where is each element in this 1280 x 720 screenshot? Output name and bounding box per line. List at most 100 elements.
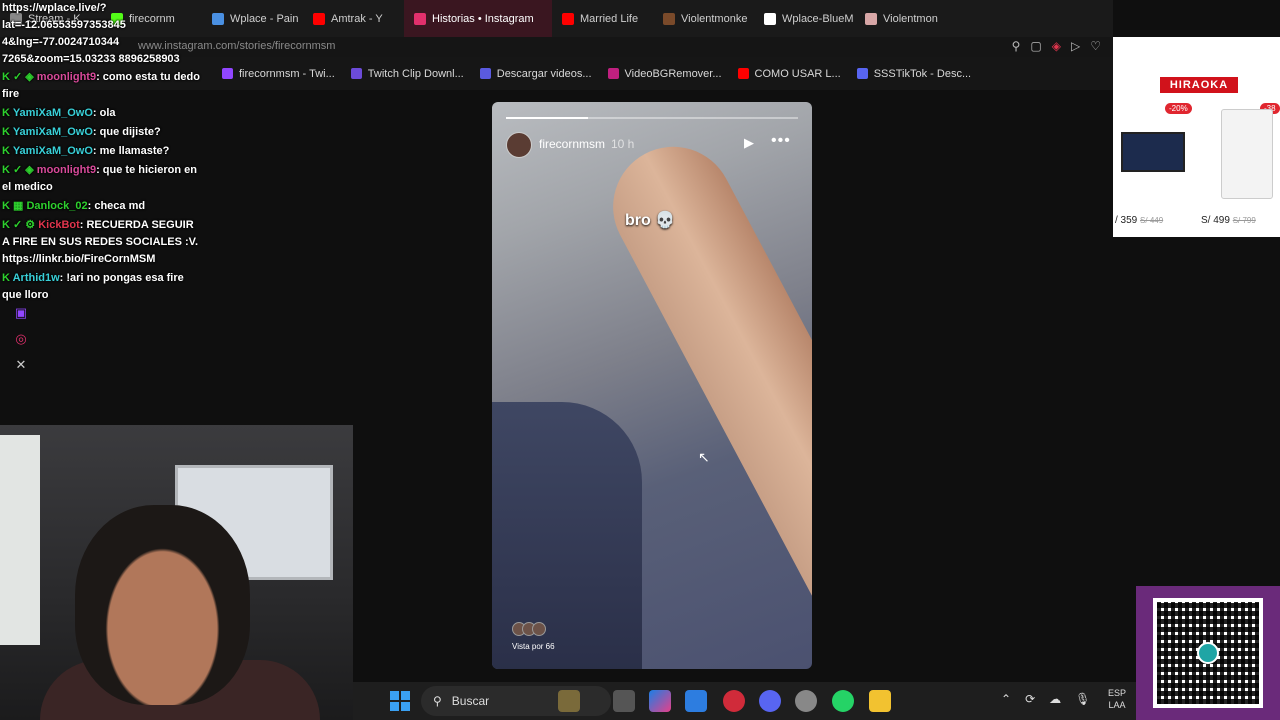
widgets-icon[interactable]: [558, 690, 580, 712]
chat-message: K YamiXaM_OwO: que dijiste?: [0, 123, 205, 142]
bookmark-item[interactable]: VideoBGRemover...: [607, 67, 722, 80]
webcam-feed: [0, 425, 353, 720]
chat-username[interactable]: Arthid1w: [13, 272, 60, 284]
chat-message: K Arthid1w: !ari no pongas esa fire que …: [0, 269, 205, 305]
tab-favicon-icon: [414, 12, 426, 25]
ad-price: S/ 499 S/ 799: [1201, 215, 1256, 226]
tab-favicon-icon: [212, 12, 224, 25]
whatsapp-icon[interactable]: [832, 690, 854, 712]
chevron-up-icon[interactable]: ⌃: [1001, 692, 1011, 706]
twitch-icon[interactable]: ▣: [15, 305, 27, 321]
story-progress-bar: [506, 117, 798, 119]
bookmark-item[interactable]: SSSTikTok - Desc...: [856, 68, 971, 80]
avatar[interactable]: [506, 132, 532, 158]
file-explorer-icon[interactable]: [869, 690, 891, 712]
chat-badges: K: [2, 126, 10, 138]
chat-username[interactable]: YamiXaM_OwO: [13, 145, 93, 157]
ad-tv-image: [1121, 132, 1185, 172]
bookmark-item[interactable]: COMO USAR L...: [737, 68, 841, 80]
pin-icon[interactable]: ⚲: [1012, 39, 1021, 53]
ad-discount-badge: -20%: [1165, 103, 1192, 114]
chat-message: K ✓ ◈ moonlight9: como esta tu dedo fire: [0, 68, 205, 104]
mouse-cursor-icon: ↖: [698, 449, 710, 465]
chat-message: K YamiXaM_OwO: ola: [0, 104, 205, 123]
bookmark-favicon-icon: [350, 68, 362, 79]
system-tray: ⌃ ⟳ ☁ 🎙: [1001, 692, 1090, 706]
play-icon[interactable]: ▶: [744, 135, 754, 151]
microphone-icon[interactable]: 🎙: [1075, 692, 1090, 706]
chat-message: K ▦ Danlock_02: checa md: [0, 197, 205, 216]
bookmark-favicon-icon: [856, 68, 868, 79]
yape-qr-panel: [1136, 586, 1280, 720]
tab-favicon-icon: [663, 12, 675, 25]
x-icon[interactable]: ✕: [16, 357, 27, 373]
tab-favicon-icon: [313, 12, 325, 25]
tab-label: Violentmonke: [681, 12, 748, 25]
discord-icon[interactable]: [759, 690, 781, 712]
bookmark-item[interactable]: Descargar videos...: [479, 68, 592, 80]
chat-text: : ola: [92, 107, 116, 119]
yape-logo-icon: [1197, 642, 1219, 664]
task-view-icon[interactable]: [613, 690, 635, 712]
chat-username[interactable]: moonlight9: [37, 164, 96, 176]
chat-text: : me llamaste?: [92, 145, 170, 157]
windows-start-icon[interactable]: [390, 691, 410, 711]
chat-message: K ✓ ⚙ KickBot: RECUERDA SEGUIR A FIRE EN…: [0, 216, 205, 269]
sync-icon[interactable]: ⟳: [1025, 692, 1035, 706]
more-options-icon[interactable]: •••: [771, 132, 791, 150]
screenshot-icon[interactable]: ▢: [1030, 39, 1041, 53]
bookmark-label: VideoBGRemover...: [624, 67, 722, 80]
story-age: 10 h: [611, 137, 635, 151]
tab-label: Amtrak - Y: [331, 12, 383, 25]
tab-2[interactable]: Wplace - Pain: [202, 0, 303, 37]
chat-text: : que dijiste?: [92, 126, 161, 138]
screen: Stream - Kfirecornm Wplace - Pain Amtrak -…: [0, 0, 1280, 720]
chat-badges: K ✓ ◈: [2, 164, 34, 176]
steam-icon[interactable]: [795, 690, 817, 712]
chat-badges: K ✓ ◈: [2, 71, 34, 83]
tab-8[interactable]: Violentmon: [855, 0, 956, 37]
ad-fridge-image: [1221, 109, 1273, 199]
pocket-icon[interactable]: ◈: [1052, 39, 1061, 53]
chat-username[interactable]: moonlight9: [37, 71, 96, 83]
story-caption: bro 💀: [625, 212, 676, 229]
search-icon: ⚲: [433, 694, 442, 708]
app-icon[interactable]: [685, 690, 707, 712]
story-viewer-avatars[interactable]: [512, 622, 546, 636]
cloud-icon[interactable]: ☁: [1049, 692, 1061, 706]
taskbar-search[interactable]: ⚲ Buscar: [421, 686, 611, 716]
chat-username[interactable]: YamiXaM_OwO: [13, 126, 93, 138]
bookmark-favicon-icon: [222, 68, 233, 79]
chat-badges: K: [2, 145, 10, 157]
chat-username[interactable]: KickBot: [38, 219, 80, 231]
tab-7[interactable]: Wplace-BlueM: [754, 0, 855, 37]
instagram-icon[interactable]: ◎: [15, 331, 26, 347]
ad-price: / 359 S/ 449: [1115, 215, 1164, 226]
send-icon[interactable]: ▷: [1071, 39, 1080, 53]
chat-username[interactable]: YamiXaM_OwO: [13, 107, 93, 119]
taskbar-search-label: Buscar: [451, 694, 490, 708]
tab-label: Violentmon: [883, 12, 938, 25]
story-view-count[interactable]: Vista por 66: [512, 642, 555, 651]
language-indicator[interactable]: ESP LAA: [1108, 687, 1126, 711]
tab-4[interactable]: Historias • Instagram: [404, 0, 552, 37]
bookmark-label: Twitch Clip Downl...: [367, 67, 464, 80]
webcam-person-head: [75, 505, 250, 705]
tab-label: Wplace - Pain: [230, 12, 299, 25]
bookmark-heart-icon[interactable]: ♡: [1090, 39, 1101, 53]
ad-panel[interactable]: HIRAOKA -20% -38 / 359 S/ 449 S/ 499 S/ …: [1113, 37, 1280, 237]
address-bar-icons: ⚲ ▢ ◈ ▷ ♡: [1012, 39, 1101, 53]
bookmark-item[interactable]: Twitch Clip Downl...: [350, 67, 464, 80]
tab-3[interactable]: Amtrak - Y: [303, 0, 404, 37]
chat-coords-text: https://wplace.live/?lat=-12.06553597353…: [2, 2, 180, 65]
instagram-story[interactable]: firecornmsm 10 h ▶ ••• bro 💀 Vista por 6…: [492, 102, 812, 669]
tab-5[interactable]: Married Life: [552, 0, 653, 37]
chat-badges: K: [2, 107, 10, 119]
story-username[interactable]: firecornmsm: [539, 137, 605, 151]
bookmark-item[interactable]: firecornmsm - Twi...: [222, 68, 335, 80]
opera-gx-icon[interactable]: [723, 690, 745, 712]
copilot-icon[interactable]: [649, 690, 671, 712]
tab-6[interactable]: Violentmonke: [653, 0, 754, 37]
chat-username[interactable]: Danlock_02: [26, 200, 87, 212]
chat-text: : checa md: [87, 200, 146, 212]
